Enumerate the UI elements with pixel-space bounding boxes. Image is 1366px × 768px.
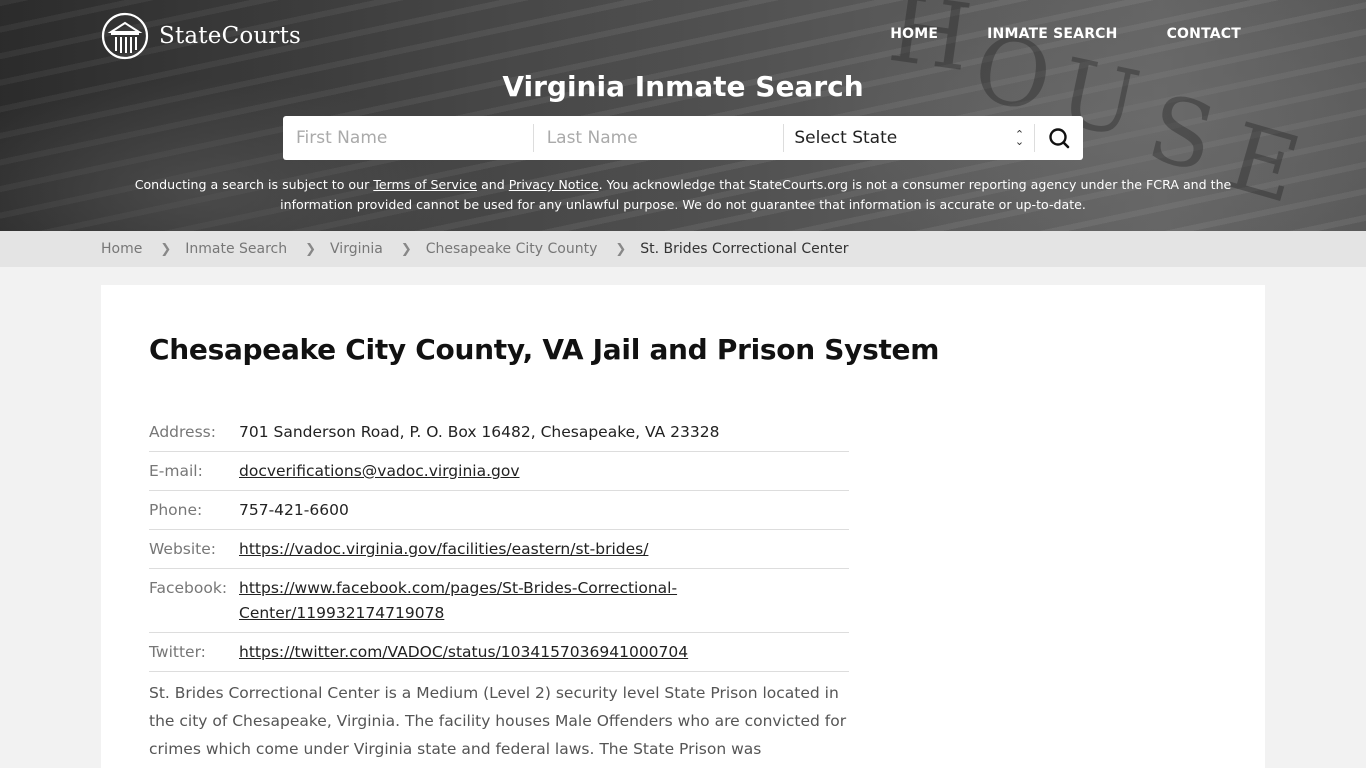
hero-title: Virginia Inmate Search [502, 70, 864, 103]
last-name-input[interactable] [533, 116, 784, 160]
courthouse-logo-icon [101, 12, 149, 60]
info-link[interactable]: https://vadoc.virginia.gov/facilities/ea… [239, 540, 648, 558]
info-link[interactable]: docverifications@vadoc.virginia.gov [239, 462, 520, 480]
info-value: https://twitter.com/VADOC/status/1034157… [239, 633, 849, 672]
breadcrumb-county[interactable]: Chesapeake City County [426, 241, 598, 257]
info-label: E-mail: [149, 462, 203, 480]
info-row: E-mail: docverifications@vadoc.virginia.g… [149, 452, 849, 491]
search-form: Select State ⌃⌄ [283, 116, 1083, 160]
info-value: 701 Sanderson Road, P. O. Box 16482, Che… [239, 423, 720, 441]
search-icon [1049, 128, 1070, 149]
disclaimer-text: Conducting a search is subject to our [134, 177, 374, 192]
facility-description: St. Brides Correctional Center is a Medi… [149, 684, 847, 758]
search-disclaimer: Conducting a search is subject to our Te… [120, 175, 1246, 215]
terms-of-service-link[interactable]: Terms of Service [373, 177, 477, 192]
select-arrows-icon: ⌃ ⌄ [1014, 128, 1025, 148]
chevron-right-icon: ❯ [400, 241, 412, 257]
breadcrumb-inmate-search[interactable]: Inmate Search [185, 241, 287, 257]
info-value: https://www.facebook.com/pages/St-Brides… [239, 569, 849, 633]
breadcrumb-current: St. Brides Correctional Center [640, 241, 849, 257]
info-link[interactable]: https://twitter.com/VADOC/status/1034157… [239, 643, 688, 661]
info-value: 757-421-6600 [239, 501, 349, 519]
info-row: Facebook: https://www.facebook.com/pages/… [149, 569, 849, 633]
breadcrumb-home[interactable]: Home [101, 241, 142, 257]
info-row: Phone: 757-421-6600 [149, 491, 849, 530]
nav-home[interactable]: HOME [890, 26, 938, 42]
info-link[interactable]: https://www.facebook.com/pages/St-Brides… [239, 579, 677, 622]
search-button[interactable] [1035, 116, 1083, 160]
info-label: Facebook: [149, 579, 228, 597]
info-row: Twitter: https://twitter.com/VADOC/status… [149, 633, 849, 672]
info-value: docverifications@vadoc.virginia.gov [239, 452, 849, 491]
info-label: Phone: [149, 501, 203, 519]
state-select[interactable]: Select State ⌃ ⌄ [784, 116, 1034, 160]
content-card: Chesapeake City County, VA Jail and Pris… [101, 285, 1265, 768]
info-label: Website: [149, 540, 217, 558]
first-name-input[interactable] [283, 116, 533, 160]
chevron-right-icon: ❯ [305, 241, 317, 257]
info-label: Twitter: [149, 643, 206, 661]
info-row: Website: https://vadoc.virginia.gov/facil… [149, 530, 849, 569]
chevron-right-icon: ❯ [615, 241, 627, 257]
nav-contact[interactable]: CONTACT [1167, 26, 1241, 42]
facility-info-table: Address: 701 Sanderson Road, P. O. Box 16… [149, 415, 849, 672]
page-title: Chesapeake City County, VA Jail and Pris… [149, 333, 940, 366]
disclaimer-text: and [477, 177, 509, 192]
info-value: https://vadoc.virginia.gov/facilities/ea… [239, 530, 849, 569]
breadcrumb-virginia[interactable]: Virginia [330, 241, 383, 257]
breadcrumb: Home ❯ Inmate Search ❯ Virginia ❯ Chesap… [0, 231, 1366, 267]
nav-inmate-search[interactable]: INMATE SEARCH [987, 26, 1117, 42]
logo-text: StateCourts [159, 23, 302, 49]
chevron-right-icon: ❯ [160, 241, 172, 257]
state-select-value: Select State [794, 128, 898, 148]
hero-banner: H O U S E StateCourts HOME INMATE SEARCH… [0, 0, 1366, 231]
privacy-notice-link[interactable]: Privacy Notice [509, 177, 599, 192]
info-label: Address: [149, 423, 216, 441]
info-row: Address: 701 Sanderson Road, P. O. Box 16… [149, 415, 849, 452]
statecourts-logo[interactable]: StateCourts [101, 11, 301, 61]
main-nav: HOME INMATE SEARCH CONTACT [841, 26, 1241, 42]
